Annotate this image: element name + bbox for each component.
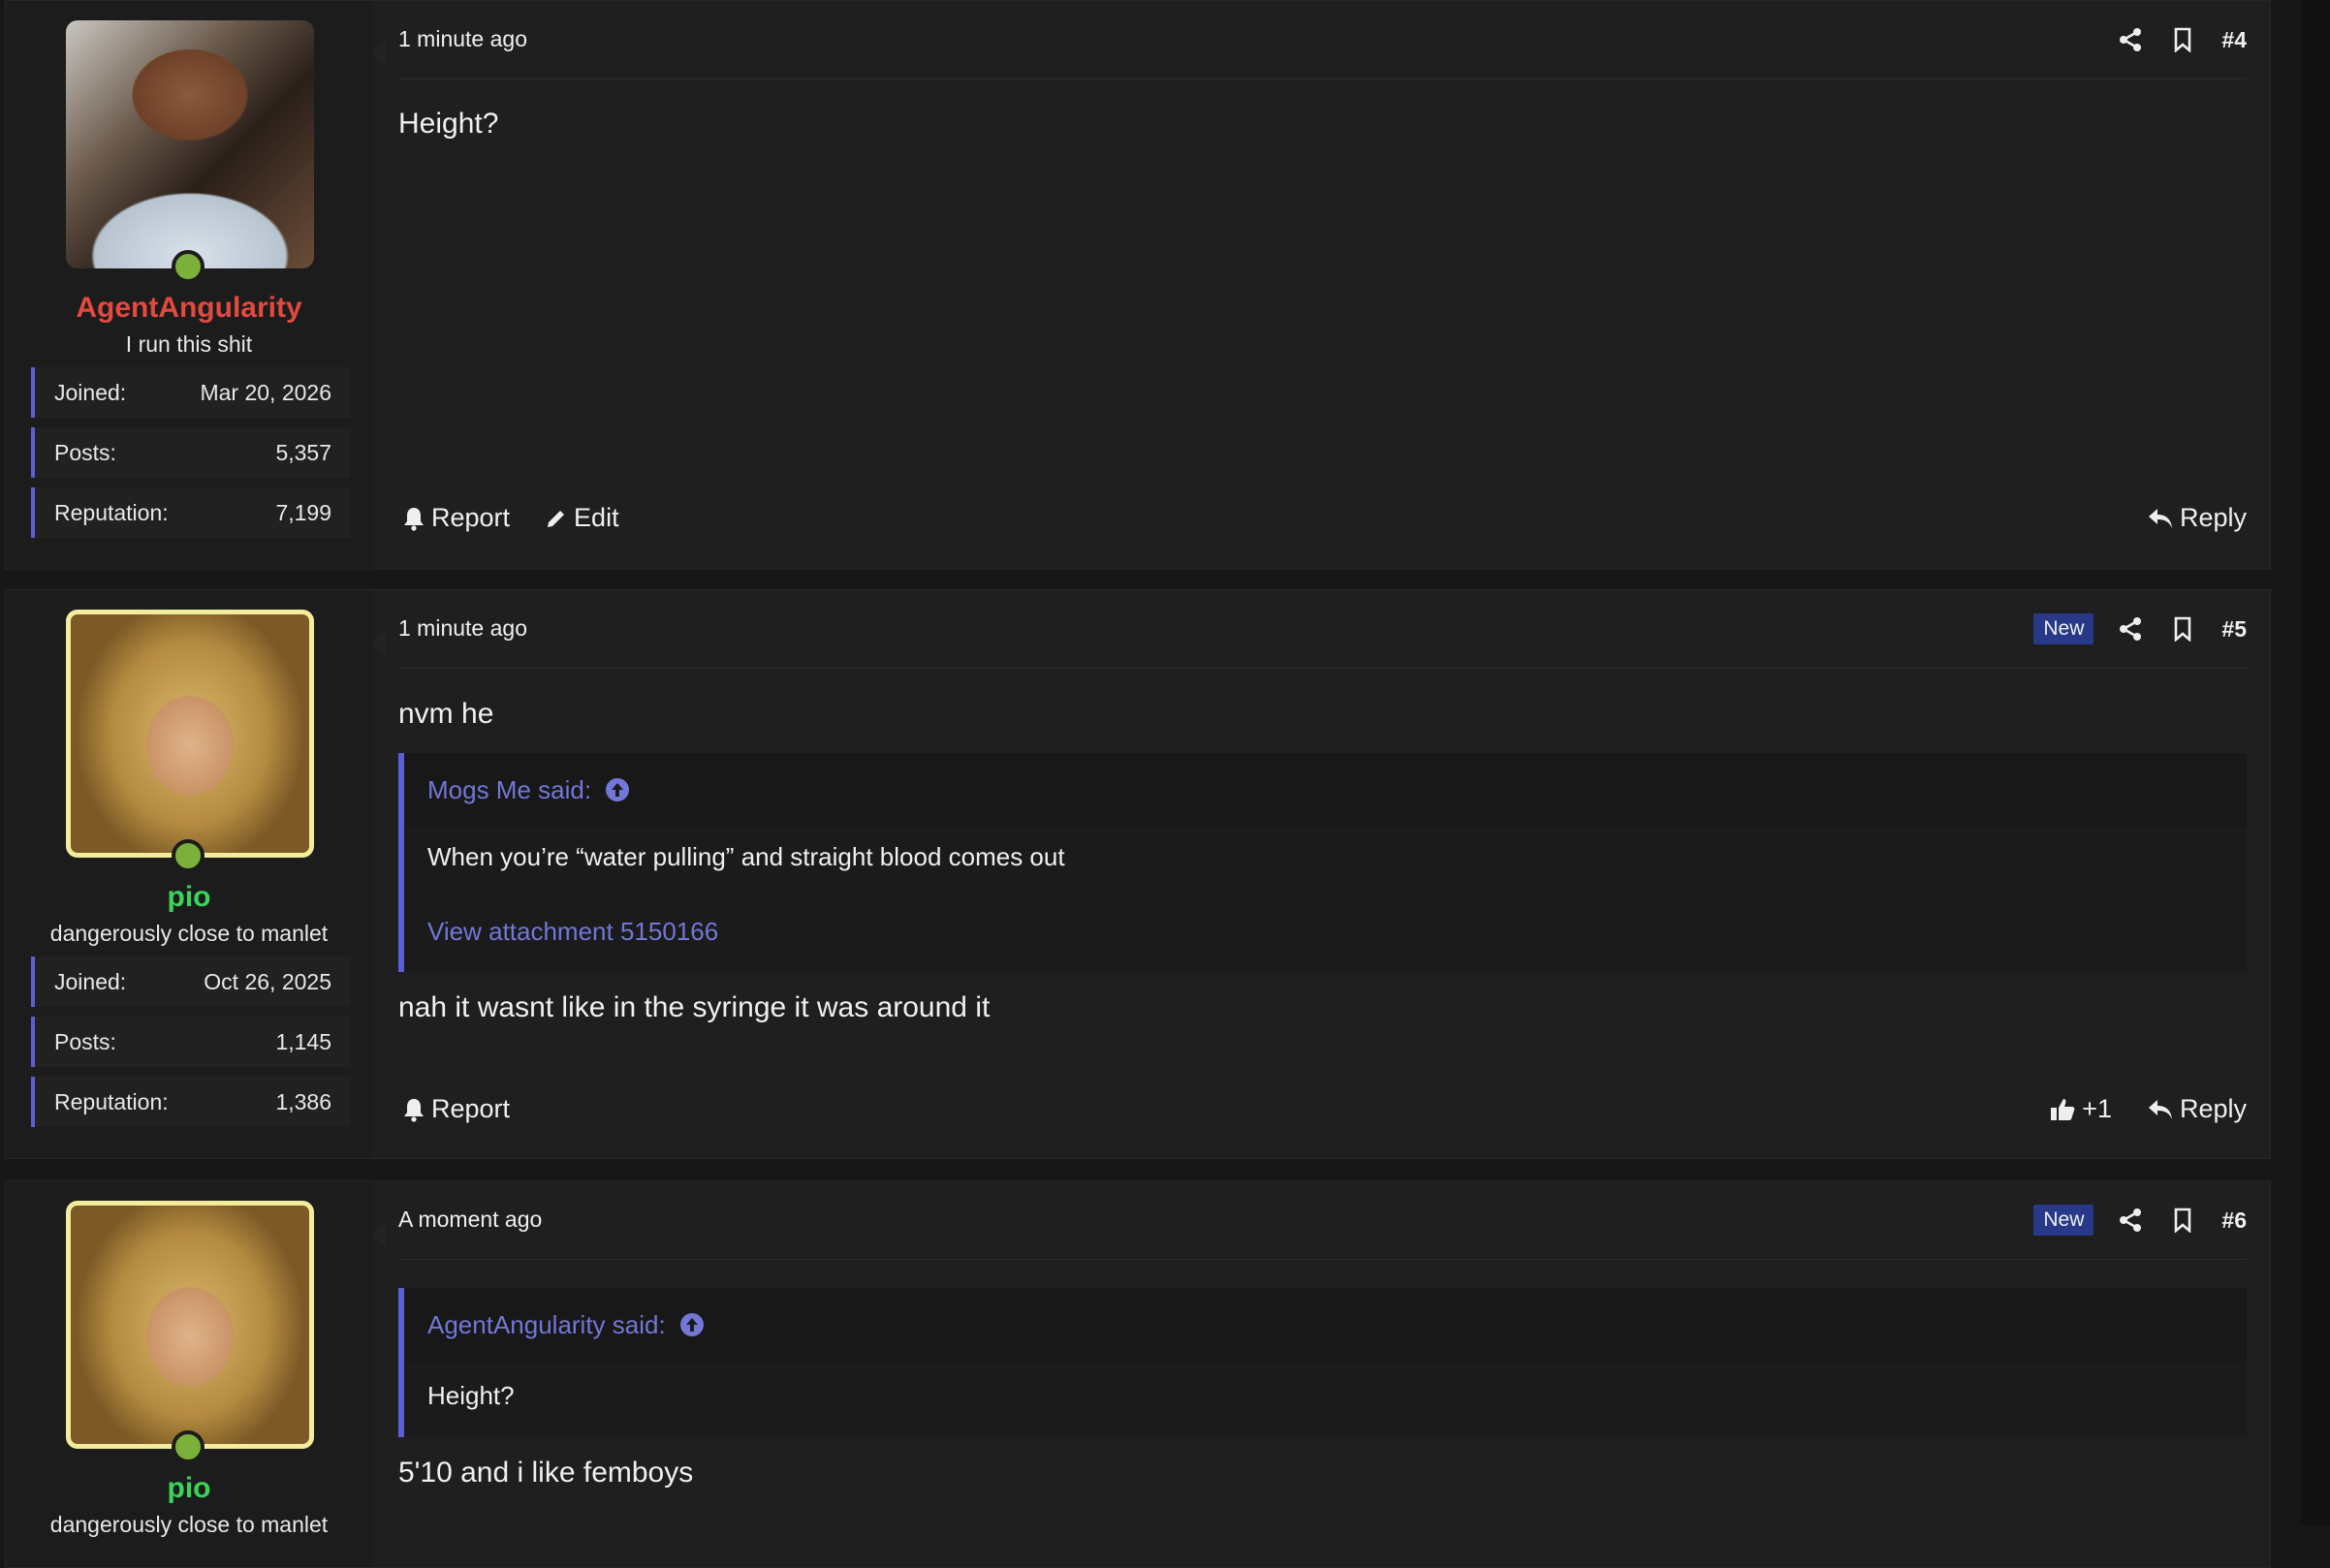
avatar[interactable] xyxy=(66,1201,314,1449)
avatar[interactable] xyxy=(66,20,314,268)
stat-value: 1,386 xyxy=(275,1088,331,1114)
post-content: 1 minute ago #4 Height? Report Edit Repl… xyxy=(398,1,2247,569)
quote-text: When you’re “water pulling” and straight… xyxy=(427,842,1065,871)
thumbs-up-icon xyxy=(2049,1097,2076,1122)
bookmark-icon[interactable] xyxy=(2169,26,2196,53)
post-timestamp[interactable]: 1 minute ago xyxy=(398,26,527,52)
quote-text: Height? xyxy=(427,1381,515,1410)
post-header: A moment ago New #6 xyxy=(398,1181,2247,1260)
arrow-up-circle-icon[interactable] xyxy=(679,1312,705,1337)
stat-label: Joined: xyxy=(54,968,127,994)
user-title: I run this shit xyxy=(125,331,253,357)
quote-header[interactable]: Mogs Me said: xyxy=(404,753,2247,827)
online-status-indicator xyxy=(172,1430,205,1463)
pencil-icon xyxy=(545,507,568,530)
post-message: Height? xyxy=(398,108,499,140)
online-status-indicator xyxy=(172,250,205,283)
post-message: nah it wasnt like in the syringe it was … xyxy=(398,991,991,1023)
post-5: pio dangerously close to manlet Joined: … xyxy=(5,589,2271,1159)
post-number[interactable]: #6 xyxy=(2221,1207,2247,1234)
post-number[interactable]: #5 xyxy=(2221,616,2247,643)
post-message: 5'10 and i like femboys xyxy=(398,1457,694,1489)
bell-icon xyxy=(402,1097,425,1122)
user-card: pio dangerously close to manlet Joined: … xyxy=(6,590,386,1158)
user-card: AgentAngularity I run this shit Joined: … xyxy=(6,1,386,569)
post-number[interactable]: #4 xyxy=(2221,27,2247,53)
stat-joined: Joined: Oct 26, 2025 xyxy=(31,956,351,1007)
reply-label: Reply xyxy=(2179,1094,2247,1123)
page-scrollbar[interactable] xyxy=(2301,0,2330,1525)
avatar[interactable] xyxy=(66,610,314,858)
bookmark-icon[interactable] xyxy=(2169,1207,2196,1234)
like-count: +1 xyxy=(2082,1094,2112,1123)
user-card: pio dangerously close to manlet xyxy=(6,1181,386,1567)
new-badge: New xyxy=(2033,1205,2094,1236)
edit-label: Edit xyxy=(574,503,619,532)
stat-posts: Posts: 5,357 xyxy=(31,427,351,478)
post-6: pio dangerously close to manlet A moment… xyxy=(5,1180,2271,1568)
report-button[interactable]: Report xyxy=(402,1094,510,1124)
bookmark-icon[interactable] xyxy=(2169,615,2196,643)
reply-arrow-icon xyxy=(2147,1098,2174,1121)
stat-label: Posts: xyxy=(54,439,116,465)
attachment-link[interactable]: View attachment 5150166 xyxy=(404,917,2247,947)
stat-label: Reputation: xyxy=(54,1088,169,1114)
post-4: AgentAngularity I run this shit Joined: … xyxy=(5,0,2271,570)
new-badge: New xyxy=(2033,613,2094,644)
stat-value: 5,357 xyxy=(275,439,331,465)
username[interactable]: pio xyxy=(6,1472,372,1505)
like-button[interactable]: +1 xyxy=(2049,1094,2112,1124)
report-button[interactable]: Report xyxy=(402,503,510,533)
stat-label: Reputation: xyxy=(54,499,169,525)
online-status-indicator xyxy=(172,839,205,872)
stat-label: Joined: xyxy=(54,379,127,405)
stat-posts: Posts: 1,145 xyxy=(31,1017,351,1067)
quote-block: Mogs Me said: When you’re “water pulling… xyxy=(398,753,2247,972)
quote-author[interactable]: Mogs Me said: xyxy=(427,775,591,805)
quote-header[interactable]: AgentAngularity said: xyxy=(404,1288,2247,1362)
stat-value: Oct 26, 2025 xyxy=(204,968,331,994)
stat-joined: Joined: Mar 20, 2026 xyxy=(31,367,351,418)
stat-reputation: Reputation: 7,199 xyxy=(31,487,351,538)
stat-label: Posts: xyxy=(54,1028,116,1054)
reply-button[interactable]: Reply xyxy=(2147,1094,2247,1124)
stat-value: 1,145 xyxy=(275,1028,331,1054)
share-icon[interactable] xyxy=(2117,615,2144,643)
edit-button[interactable]: Edit xyxy=(545,503,619,533)
quote-block: AgentAngularity said: Height? xyxy=(398,1288,2247,1437)
arrow-up-circle-icon[interactable] xyxy=(605,777,630,802)
username[interactable]: AgentAngularity xyxy=(6,292,372,325)
stat-value: Mar 20, 2026 xyxy=(200,379,331,405)
post-content: 1 minute ago New #5 nvm he Mogs Me said:… xyxy=(398,590,2247,1158)
post-message: nvm he xyxy=(398,698,494,730)
report-label: Report xyxy=(431,1094,511,1123)
quote-author[interactable]: AgentAngularity said: xyxy=(427,1310,666,1340)
post-header: 1 minute ago #4 xyxy=(398,1,2247,79)
report-label: Report xyxy=(431,503,511,532)
post-timestamp[interactable]: A moment ago xyxy=(398,1207,542,1233)
user-title: dangerously close to manlet xyxy=(49,921,329,946)
post-header: 1 minute ago New #5 xyxy=(398,590,2247,669)
post-content: A moment ago New #6 AgentAngularity said… xyxy=(398,1181,2247,1567)
share-icon[interactable] xyxy=(2117,26,2144,53)
reply-label: Reply xyxy=(2179,503,2247,532)
share-icon[interactable] xyxy=(2117,1207,2144,1234)
reply-button[interactable]: Reply xyxy=(2147,503,2247,533)
stat-reputation: Reputation: 1,386 xyxy=(31,1077,351,1127)
post-timestamp[interactable]: 1 minute ago xyxy=(398,615,527,642)
bell-icon xyxy=(402,506,425,531)
reply-arrow-icon xyxy=(2147,507,2174,530)
username[interactable]: pio xyxy=(6,881,372,914)
stat-value: 7,199 xyxy=(275,499,331,525)
